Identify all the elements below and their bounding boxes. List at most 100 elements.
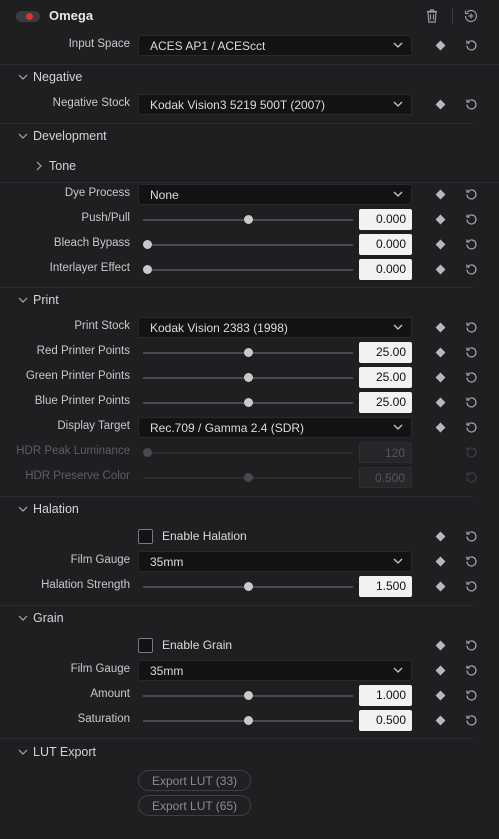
keyframe-icon[interactable]	[435, 422, 446, 433]
slider-knob[interactable]	[243, 398, 253, 407]
slider-knob[interactable]	[243, 582, 253, 591]
section-lut-export[interactable]: LUT Export	[0, 742, 499, 764]
bleach-bypass-value[interactable]: 0.000	[359, 234, 412, 255]
enable-halation-checkbox[interactable]	[138, 529, 153, 544]
blue-printer-points-value[interactable]: 25.00	[359, 392, 412, 413]
push-pull-label: Push/Pull	[81, 212, 130, 224]
section-negative[interactable]: Negative	[0, 67, 499, 89]
keyframe-icon[interactable]	[435, 665, 446, 676]
slider-knob[interactable]	[243, 716, 253, 725]
reset-icon[interactable]	[464, 320, 479, 335]
slider-knob	[243, 473, 253, 482]
grain-film-gauge-row: Film Gauge 35mm	[0, 658, 499, 683]
halation-strength-row: Halation Strength 1.500	[0, 574, 499, 599]
keyframe-icon[interactable]	[435, 99, 446, 110]
film-gauge-label: Film Gauge	[70, 554, 130, 566]
reset-icon[interactable]	[464, 688, 479, 703]
keyframe-icon[interactable]	[435, 372, 446, 383]
reset-icon[interactable]	[464, 212, 479, 227]
chevron-down-icon	[393, 191, 403, 197]
reset-icon[interactable]	[464, 262, 479, 277]
export-lut-33-button[interactable]: Export LUT (33)	[138, 770, 252, 791]
chevron-down-icon	[393, 42, 403, 48]
hdr-peak-luminance-slider	[143, 452, 353, 454]
reset-icon[interactable]	[464, 529, 479, 544]
keyframe-icon[interactable]	[435, 264, 446, 275]
keyframe-icon[interactable]	[435, 640, 446, 651]
divider	[0, 496, 473, 497]
hdr-peak-luminance-row: HDR Peak Luminance 120	[0, 440, 499, 465]
keyframe-icon[interactable]	[435, 214, 446, 225]
red-printer-points-row: Red Printer Points 25.00	[0, 340, 499, 365]
keyframe-icon[interactable]	[435, 531, 446, 542]
keyframe-icon[interactable]	[435, 239, 446, 250]
reset-icon[interactable]	[464, 97, 479, 112]
chevron-down-icon	[393, 324, 403, 330]
dye-process-row: Dye Process None	[0, 182, 499, 207]
saturation-value[interactable]: 0.500	[359, 710, 412, 731]
interlayer-effect-value[interactable]: 0.000	[359, 259, 412, 280]
section-print[interactable]: Print	[0, 290, 499, 312]
red-printer-points-value[interactable]: 25.00	[359, 342, 412, 363]
reset-icon	[466, 447, 477, 458]
slider-knob[interactable]	[143, 265, 152, 274]
slider-knob[interactable]	[243, 373, 253, 382]
print-stock-dropdown[interactable]: Kodak Vision 2383 (1998)	[138, 317, 412, 338]
halation-film-gauge-dropdown[interactable]: 35mm	[138, 551, 412, 572]
reset-icon[interactable]	[464, 420, 479, 435]
keyframe-icon[interactable]	[435, 40, 446, 51]
reset-icon[interactable]	[464, 187, 479, 202]
keyframe-icon[interactable]	[435, 556, 446, 567]
dye-process-dropdown[interactable]: None	[138, 184, 412, 205]
slider-knob[interactable]	[243, 348, 253, 357]
amount-value[interactable]: 1.000	[359, 685, 412, 706]
keyframe-icon[interactable]	[435, 715, 446, 726]
reset-icon[interactable]	[464, 237, 479, 252]
reset-icon[interactable]	[464, 663, 479, 678]
trash-icon[interactable]	[423, 7, 441, 25]
grain-film-gauge-dropdown[interactable]: 35mm	[138, 660, 412, 681]
enable-grain-row: Enable Grain	[0, 633, 499, 658]
display-target-dropdown[interactable]: Rec.709 / Gamma 2.4 (SDR)	[138, 417, 412, 438]
section-grain[interactable]: Grain	[0, 608, 499, 630]
slider-knob	[143, 448, 152, 457]
input-space-dropdown[interactable]: ACES AP1 / ACEScct	[138, 35, 412, 56]
reset-icon[interactable]	[464, 638, 479, 653]
keyframe-icon[interactable]	[435, 322, 446, 333]
slider-knob[interactable]	[243, 691, 253, 700]
reset-icon[interactable]	[464, 345, 479, 360]
keyframe-icon[interactable]	[435, 690, 446, 701]
negative-stock-dropdown[interactable]: Kodak Vision3 5219 500T (2007)	[138, 94, 412, 115]
section-tone[interactable]: Tone	[0, 156, 499, 178]
green-printer-points-value[interactable]: 25.00	[359, 367, 412, 388]
keyframe-icon[interactable]	[435, 397, 446, 408]
reset-icon[interactable]	[464, 579, 479, 594]
reset-icon[interactable]	[464, 38, 479, 53]
history-add-icon[interactable]	[462, 7, 480, 25]
hdr-preserve-color-row: HDR Preserve Color 0.500	[0, 465, 499, 490]
reset-icon[interactable]	[464, 554, 479, 569]
reset-icon[interactable]	[464, 713, 479, 728]
export-lut-65-button[interactable]: Export LUT (65)	[138, 795, 252, 816]
slider-knob[interactable]	[143, 240, 152, 249]
keyframe-icon[interactable]	[435, 347, 446, 358]
halation-strength-value[interactable]: 1.500	[359, 576, 412, 597]
section-halation[interactable]: Halation	[0, 499, 499, 521]
push-pull-value[interactable]: 0.000	[359, 209, 412, 230]
section-development[interactable]: Development	[0, 126, 499, 148]
keyframe-icon[interactable]	[435, 581, 446, 592]
enable-grain-checkbox[interactable]	[138, 638, 153, 653]
hdr-preserve-color-label: HDR Preserve Color	[25, 470, 130, 482]
reset-icon	[466, 472, 477, 483]
display-target-value: Rec.709 / Gamma 2.4 (SDR)	[150, 421, 305, 435]
slider-knob[interactable]	[243, 215, 253, 224]
reset-icon[interactable]	[464, 395, 479, 410]
effect-enable-toggle[interactable]	[16, 11, 40, 22]
interlayer-effect-slider[interactable]	[143, 269, 353, 271]
chevron-right-icon	[36, 161, 42, 171]
negative-stock-row: Negative Stock Kodak Vision3 5219 500T (…	[0, 92, 499, 117]
bleach-bypass-slider[interactable]	[143, 244, 353, 246]
halation-film-gauge-row: Film Gauge 35mm	[0, 549, 499, 574]
keyframe-icon[interactable]	[435, 189, 446, 200]
reset-icon[interactable]	[464, 370, 479, 385]
